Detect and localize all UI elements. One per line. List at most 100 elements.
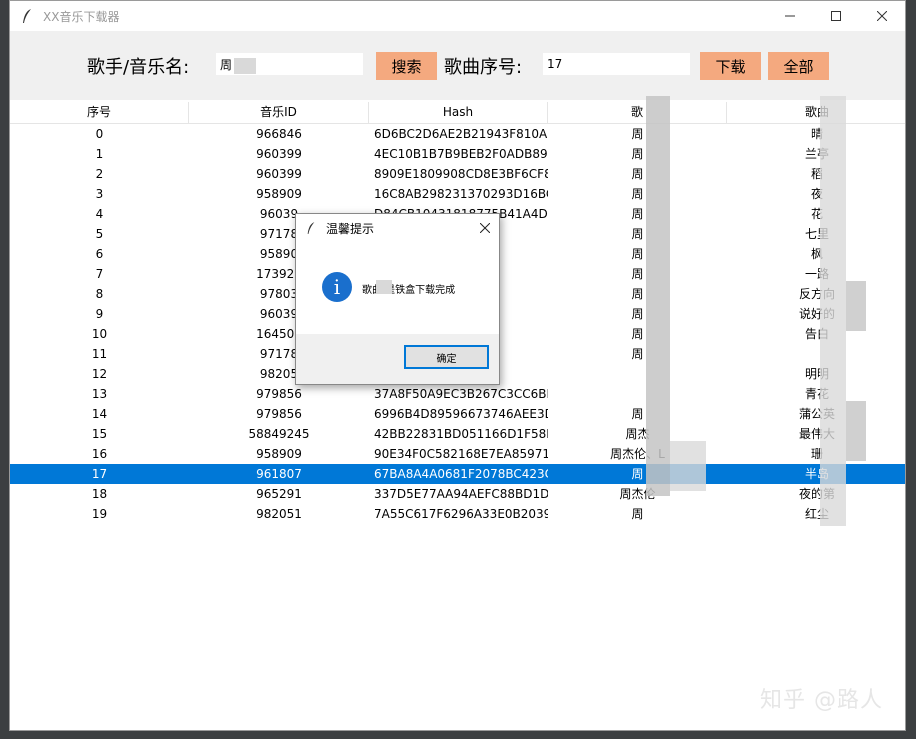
cell-song: 晴 (810, 127, 823, 141)
table-row[interactable]: 0 966846 6D6BC2D6AE2B21943F810A2 周 晴 (10, 124, 905, 144)
cell-music-id: 979856 (256, 387, 302, 401)
cell-singer: 周 (631, 407, 644, 421)
all-button[interactable]: 全部 (768, 52, 829, 80)
cell-hash: 67BA8A4A0681F2078BC423CE (374, 467, 548, 481)
cell-singer: 周 (631, 147, 644, 161)
window-title: XX音乐下载器 (43, 9, 120, 24)
cell-hash: 42BB22831BD051166D1F58B4 (374, 427, 548, 441)
table-row[interactable]: 14 979856 6996B4D89596673746AEE3D5 周 蒲公英 (10, 404, 905, 424)
cell-song: 珊 (810, 447, 823, 461)
close-button[interactable] (859, 1, 905, 31)
table-row[interactable]: 19 982051 7A55C617F6296A33E0B2039D 周 红尘 (10, 504, 905, 524)
pixelated-censor (376, 280, 392, 294)
cell-index: 4 (95, 207, 104, 221)
song-number-input[interactable] (543, 53, 690, 75)
cell-song: 夜的第 (798, 487, 835, 501)
cell-index: 19 (91, 507, 108, 521)
ok-button[interactable]: 确定 (404, 345, 489, 369)
cell-singer: 周 (631, 287, 644, 301)
cell-song: 蒲公英 (798, 407, 835, 421)
cell-music-id: 958909 (256, 187, 302, 201)
header-music-id[interactable]: 音乐ID (189, 102, 369, 123)
cell-singer: 周 (631, 167, 644, 181)
header-song[interactable]: 歌曲 (727, 102, 905, 123)
cell-singer (548, 384, 727, 404)
info-icon: i (322, 272, 352, 302)
minimize-button[interactable] (767, 1, 813, 31)
toolbar: 歌手/音乐名: 搜索 歌曲序号: 下载 全部 (10, 31, 905, 100)
maximize-button[interactable] (813, 1, 859, 31)
table-row[interactable]: 2 960399 8909E1809908CD8E3BF6CF85 周 稻 (10, 164, 905, 184)
cell-singer: 周 (631, 347, 644, 361)
cell-index: 6 (95, 247, 104, 261)
cell-music-id: 960399 (256, 147, 302, 161)
table-row[interactable]: 17 961807 67BA8A4A0681F2078BC423CE 周半岛 (10, 464, 905, 484)
cell-hash: 4EC10B1B7B9BEB2F0ADB89B (374, 147, 548, 161)
cell-hash: 337D5E77AA94AEFC88BD1D6 (374, 487, 548, 501)
cell-song: 夜 (810, 187, 823, 201)
search-button[interactable]: 搜索 (376, 52, 437, 80)
cell-index: 2 (95, 167, 104, 181)
cell-song: 枫 (810, 247, 823, 261)
pixelated-censor (670, 441, 706, 491)
cell-music-id: 965291 (256, 487, 302, 501)
singer-label: 歌手/音乐名: (87, 57, 190, 78)
table-row[interactable]: 18 965291 337D5E77AA94AEFC88BD1D6 周杰伦 夜的第 (10, 484, 905, 504)
cell-song: 稻 (810, 167, 823, 181)
cell-song: 一路 (804, 267, 829, 281)
cell-music-id: 958909 (256, 447, 302, 461)
cell-music-id: 982051 (256, 507, 302, 521)
header-index[interactable]: 序号 (10, 102, 189, 123)
cell-singer: 周 (631, 267, 644, 281)
table-header: 序号 音乐ID Hash 歌 歌曲 (10, 102, 905, 124)
cell-singer: 周 (631, 327, 644, 341)
cell-index: 15 (91, 427, 108, 441)
watermark: 知乎 @路人 (760, 688, 883, 713)
cell-singer: 周 (631, 227, 644, 241)
close-icon (480, 223, 490, 233)
cell-index: 17 (91, 467, 108, 481)
cell-index: 10 (91, 327, 108, 341)
cell-hash: 8909E1809908CD8E3BF6CF85 (374, 167, 548, 181)
table-row[interactable]: 1 960399 4EC10B1B7B9BEB2F0ADB89B 周 兰亭 (10, 144, 905, 164)
feather-icon (306, 220, 316, 239)
cell-index: 8 (95, 287, 104, 301)
title-bar: XX音乐下载器 (10, 1, 905, 31)
cell-song: 明明 (804, 367, 829, 381)
cell-index: 18 (91, 487, 108, 501)
dialog-title: 温馨提示 (326, 222, 375, 236)
cell-index: 14 (91, 407, 108, 421)
table-row[interactable]: 13 979856 37A8F50A9EC3B267C3CC6BE 青花 (10, 384, 905, 404)
info-dialog: 温馨提示 i 歌曲 是铁盒下载完成 确定 (295, 213, 500, 385)
cell-hash: 6D6BC2D6AE2B21943F810A2 (374, 127, 548, 141)
cell-singer (548, 364, 727, 384)
cell-singer: 周 (631, 127, 644, 141)
table-row[interactable]: 15 58849245 42BB22831BD051166D1F58B4 周杰 最伟大 (10, 424, 905, 444)
song-number-label: 歌曲序号: (444, 57, 523, 78)
cell-music-id: 966846 (256, 127, 302, 141)
pixelated-censor (846, 281, 866, 331)
cell-index: 13 (91, 387, 108, 401)
cell-singer: 周 (631, 207, 644, 221)
cell-hash: 7A55C617F6296A33E0B2039D (374, 507, 548, 521)
pixelated-censor (234, 58, 256, 74)
header-hash[interactable]: Hash (369, 102, 548, 123)
feather-icon (19, 8, 35, 24)
download-button[interactable]: 下载 (700, 52, 761, 80)
cell-song: 最伟大 (798, 427, 835, 441)
cell-index: 3 (95, 187, 104, 201)
cell-index: 7 (95, 267, 104, 281)
dialog-close-button[interactable] (475, 218, 495, 238)
header-singer[interactable]: 歌 (548, 102, 727, 123)
cell-music-id: 979856 (256, 407, 302, 421)
cell-song: 红尘 (804, 507, 829, 521)
pixelated-censor (846, 401, 866, 461)
cell-index: 12 (91, 367, 108, 381)
cell-song: 说好的 (798, 307, 835, 321)
cell-music-id: 961807 (256, 467, 302, 481)
cell-index: 11 (91, 347, 108, 361)
cell-song: 兰亭 (804, 147, 829, 161)
song-table: 序号 音乐ID Hash 歌 歌曲 0 966846 6D6BC2D6AE2B219… (10, 102, 905, 521)
table-row[interactable]: 16 958909 90E34F0C582168E7EA859715 周杰伦、L 珊 (10, 444, 905, 464)
table-row[interactable]: 3 958909 16C8AB298231370293D16BCI 周 夜 (10, 184, 905, 204)
